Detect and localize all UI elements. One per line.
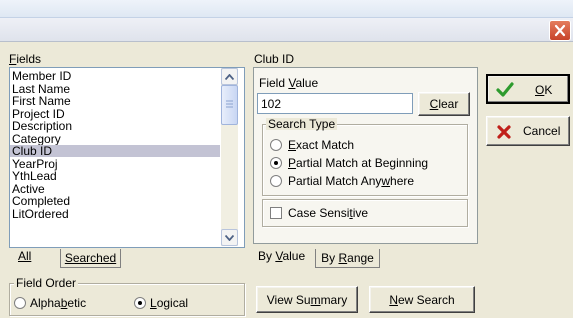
field-value-input[interactable] xyxy=(257,93,413,114)
scroll-down-button[interactable] xyxy=(221,229,238,246)
list-item[interactable]: Description xyxy=(10,120,220,132)
fields-listbox[interactable]: Member ID Last Name First Name Project ID De… xyxy=(9,67,245,248)
close-button[interactable] xyxy=(549,20,571,41)
search-type-label: Search Type xyxy=(266,117,338,131)
radio-partial-beginning-label: Partial Match at Beginning xyxy=(288,156,429,170)
case-sensitive-label: Case Sensitive xyxy=(288,206,369,220)
fields-label: Fields xyxy=(9,52,42,66)
tab-all-label: All xyxy=(18,249,32,263)
field-value-label: Field Value xyxy=(259,76,319,90)
arrow-up-icon xyxy=(225,73,234,80)
radio-logical[interactable]: Logical xyxy=(134,296,244,312)
radio-logical-label: Logical xyxy=(150,296,189,310)
list-item[interactable]: Last Name xyxy=(10,83,220,95)
list-item[interactable]: Project ID xyxy=(10,108,220,120)
ok-button[interactable]: OK xyxy=(486,74,570,104)
scroll-thumb[interactable] xyxy=(221,85,238,125)
tab-searched-label: Searched xyxy=(64,251,117,265)
radio-exact-match-circle xyxy=(270,139,282,151)
list-item[interactable]: Member ID xyxy=(10,70,220,82)
close-icon xyxy=(554,24,566,37)
radio-exact-match[interactable]: Exact Match xyxy=(270,138,460,152)
case-sensitive-box xyxy=(270,207,282,219)
radio-partial-beginning[interactable]: Partial Match at Beginning xyxy=(270,156,460,170)
new-search-label: New Search xyxy=(389,292,455,307)
list-item[interactable]: Active xyxy=(10,183,220,195)
new-search-button[interactable]: New Search xyxy=(369,286,475,313)
radio-exact-match-label: Exact Match xyxy=(288,138,355,152)
radio-alphabetic[interactable]: Alphabetic xyxy=(14,296,124,312)
case-sensitive-checkbox[interactable]: Case Sensitive xyxy=(270,206,450,220)
tab-by-range-label: By Range xyxy=(321,251,374,265)
list-item[interactable]: First Name xyxy=(10,95,220,107)
list-item[interactable]: Club ID xyxy=(10,145,220,157)
top-band xyxy=(0,0,573,18)
radio-alphabetic-label: Alphabetic xyxy=(30,296,87,310)
x-icon xyxy=(497,125,511,139)
clear-button-label: Clear xyxy=(429,97,459,111)
list-item[interactable]: YearProj xyxy=(10,158,220,170)
list-item[interactable]: LitOrdered xyxy=(10,208,220,220)
tab-searched[interactable]: Searched xyxy=(60,249,121,268)
fields-scrollbar[interactable] xyxy=(221,68,238,246)
radio-partial-anywhere[interactable]: Partial Match Anywhere xyxy=(270,174,460,188)
clear-button[interactable]: Clear xyxy=(418,92,470,116)
list-item[interactable]: YthLead xyxy=(10,170,220,182)
list-item[interactable]: Category xyxy=(10,133,220,145)
ok-button-label: OK xyxy=(535,83,553,97)
radio-partial-beginning-circle xyxy=(270,157,282,169)
grip-icon xyxy=(226,100,233,108)
radio-logical-circle xyxy=(134,297,146,309)
radio-partial-anywhere-label: Partial Match Anywhere xyxy=(288,174,415,188)
radio-alphabetic-circle xyxy=(14,297,26,309)
view-summary-button[interactable]: View Summary xyxy=(256,286,358,313)
tab-all[interactable]: All xyxy=(18,249,31,263)
checkmark-icon xyxy=(496,82,514,97)
tab-by-value[interactable]: By Value xyxy=(258,249,305,263)
tab-by-range[interactable]: By Range xyxy=(315,249,380,268)
title-bar xyxy=(0,18,573,42)
field-order-label: Field Order xyxy=(14,276,79,290)
cancel-button-label: Cancel xyxy=(523,124,561,138)
list-item[interactable]: Completed xyxy=(10,195,220,207)
cancel-button[interactable]: Cancel xyxy=(486,116,570,146)
radio-partial-anywhere-circle xyxy=(270,175,282,187)
scroll-up-button[interactable] xyxy=(221,68,238,85)
selected-field-label: Club ID xyxy=(254,52,295,66)
view-summary-label: View Summary xyxy=(266,292,348,307)
arrow-down-icon xyxy=(225,234,234,241)
